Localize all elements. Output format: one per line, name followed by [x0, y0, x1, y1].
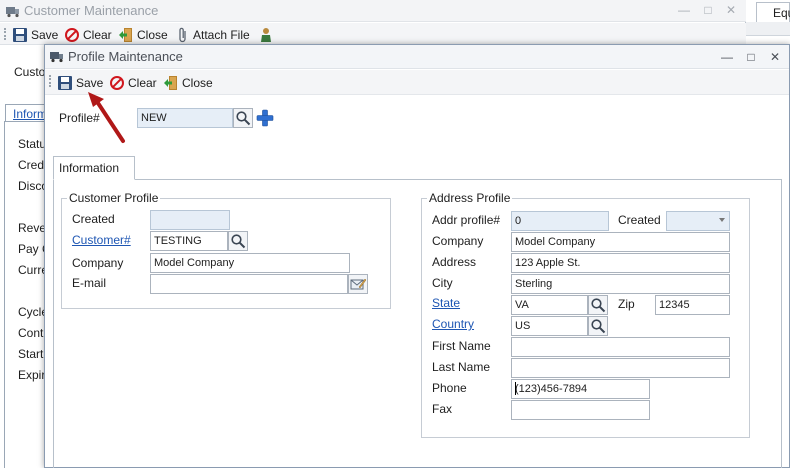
- last-name-label: Last Name: [432, 360, 491, 374]
- email-compose-icon: [350, 278, 366, 290]
- save-icon: [58, 75, 72, 90]
- address-profile-title: Address Profile: [427, 191, 513, 205]
- state-link[interactable]: State: [432, 296, 460, 310]
- bg-label-credit: Credi: [18, 158, 47, 172]
- customer-number-link[interactable]: Customer#: [72, 233, 131, 247]
- country-link[interactable]: Country: [432, 317, 474, 331]
- truck-icon: [5, 4, 21, 21]
- email-field[interactable]: [150, 274, 348, 294]
- person-icon: [261, 27, 271, 42]
- magnifier-icon: [236, 111, 251, 126]
- bg-save-button[interactable]: Save: [12, 26, 58, 43]
- bg-close-button[interactable]: Close: [118, 26, 168, 43]
- toolbar-grip: [49, 75, 51, 87]
- address-company-label: Company: [432, 234, 484, 248]
- customer-company-field[interactable]: [150, 253, 350, 273]
- email-label: E-mail: [72, 276, 107, 290]
- bg-label-expiry: Expir: [18, 368, 46, 382]
- zip-field[interactable]: [655, 295, 730, 315]
- email-compose-button[interactable]: [348, 274, 368, 294]
- address-created-dropdown[interactable]: [666, 211, 730, 231]
- profile-maintenance-titlebar: Profile Maintenance — □ ✕: [45, 45, 789, 69]
- address-label: Address: [432, 255, 477, 269]
- customer-number-field[interactable]: [150, 231, 228, 251]
- state-field[interactable]: [511, 295, 588, 315]
- country-field[interactable]: [511, 316, 588, 336]
- address-created-label: Created: [618, 213, 661, 227]
- bg-label-contract: Contr: [18, 326, 48, 340]
- save-icon: [13, 27, 27, 42]
- close-window-button[interactable]: ✕: [721, 1, 741, 19]
- customer-search-button[interactable]: [228, 231, 248, 251]
- profile-label: Profile#: [59, 111, 100, 125]
- paperclip-icon: [179, 27, 186, 42]
- bg-tab-line: [4, 121, 49, 122]
- tab-information[interactable]: Information: [53, 156, 135, 180]
- bg-clear-button[interactable]: Clear: [64, 26, 112, 43]
- dialog-maximize-button[interactable]: □: [741, 48, 761, 66]
- address-field[interactable]: [511, 253, 730, 273]
- toolbar-grip: [4, 28, 6, 40]
- profile-maintenance-title: Profile Maintenance: [68, 49, 183, 64]
- clear-icon: [65, 27, 79, 42]
- chevron-down-icon: [719, 218, 725, 222]
- attach-file-button[interactable]: Attach File: [176, 26, 250, 43]
- dialog-minimize-button[interactable]: —: [717, 48, 737, 66]
- fax-field[interactable]: [511, 400, 650, 420]
- magnifier-icon: [591, 298, 606, 313]
- country-search-button[interactable]: [588, 316, 608, 336]
- city-field[interactable]: [511, 274, 730, 294]
- profile-search-button[interactable]: [233, 108, 253, 128]
- equipment-tab[interactable]: Equ: [756, 2, 790, 22]
- plus-icon: [256, 109, 274, 127]
- exit-door-icon: [164, 75, 177, 90]
- second-window-bar: [746, 22, 790, 36]
- close-button[interactable]: Close: [163, 74, 213, 91]
- bg-label-revenue: Reve: [18, 221, 47, 235]
- customer-maintenance-titlebar: Customer Maintenance — □ ✕: [0, 0, 746, 22]
- bg-panel-border: [4, 122, 5, 468]
- magnifier-icon: [231, 234, 246, 249]
- maximize-button[interactable]: □: [698, 1, 718, 19]
- addr-profile-label: Addr profile#: [432, 213, 501, 227]
- addr-profile-field[interactable]: [511, 211, 609, 231]
- customer-created-field[interactable]: [150, 210, 230, 230]
- state-search-button[interactable]: [588, 295, 608, 315]
- customer-company-label: Company: [72, 256, 124, 270]
- address-company-field[interactable]: [511, 232, 730, 252]
- truck-icon: [49, 49, 65, 66]
- user-icon-button[interactable]: [258, 26, 274, 43]
- fax-label: Fax: [432, 402, 453, 416]
- customer-created-label: Created: [72, 212, 115, 226]
- customer-maintenance-toolbar: Save Clear Close Attach File: [0, 23, 746, 45]
- profile-add-button[interactable]: [255, 108, 275, 128]
- dialog-close-window-button[interactable]: ✕: [765, 48, 785, 66]
- exit-door-icon: [119, 27, 132, 42]
- customer-profile-title: Customer Profile: [67, 191, 161, 205]
- magnifier-icon: [591, 319, 606, 334]
- profile-number-field[interactable]: [137, 108, 233, 128]
- bg-label-start: Start: [18, 347, 44, 361]
- phone-field[interactable]: [511, 379, 650, 399]
- phone-label: Phone: [432, 381, 467, 395]
- text-cursor: [515, 382, 516, 395]
- city-label: City: [432, 276, 453, 290]
- bg-label-customer: Custo: [14, 65, 46, 79]
- first-name-field[interactable]: [511, 337, 730, 357]
- first-name-label: First Name: [432, 339, 491, 353]
- bg-tab-information[interactable]: Inform: [5, 104, 49, 122]
- last-name-field[interactable]: [511, 358, 730, 378]
- minimize-button[interactable]: —: [674, 1, 694, 19]
- profile-maintenance-toolbar: Save Clear Close: [45, 70, 789, 95]
- profile-maintenance-dialog: Profile Maintenance — □ ✕ Save Clear Clo…: [44, 44, 790, 468]
- zip-label: Zip: [618, 297, 635, 311]
- customer-maintenance-title: Customer Maintenance: [24, 3, 159, 18]
